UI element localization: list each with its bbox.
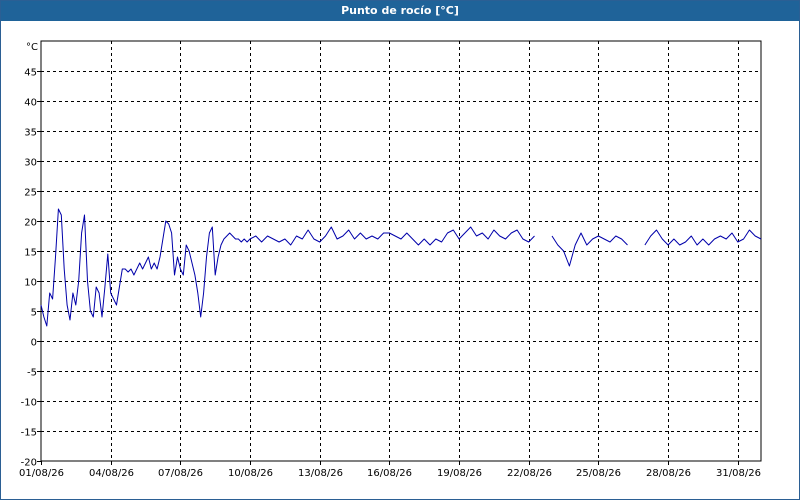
y-tick-label: -20 bbox=[21, 458, 37, 469]
y-tick-label: 10 bbox=[24, 278, 37, 289]
x-tick-label: 31/08/26 bbox=[716, 468, 761, 479]
chart-window: Punto de rocío [°C] -20 -15 -10 -5 0 5 10 15 20 2… bbox=[0, 0, 800, 500]
x-tick-label: 16/08/26 bbox=[367, 468, 412, 479]
x-tick-label: 13/08/26 bbox=[298, 468, 343, 479]
x-tick-label: 19/08/26 bbox=[437, 468, 482, 479]
dewpoint-chart: -20 -15 -10 -5 0 5 10 15 20 25 30 35 40 45 01/08/26 04… bbox=[19, 40, 762, 479]
y-tick-label: 25 bbox=[24, 188, 37, 199]
x-tick-label: 04/08/26 bbox=[89, 468, 134, 479]
y-axis-unit: °C bbox=[26, 42, 38, 53]
y-tick-label: 30 bbox=[24, 158, 37, 169]
y-tick-label: 35 bbox=[24, 128, 37, 139]
y-tick-label: 40 bbox=[24, 98, 37, 109]
x-tick-label: 22/08/26 bbox=[507, 468, 552, 479]
x-tick-label: 10/08/26 bbox=[228, 468, 273, 479]
y-tick-label: 0 bbox=[31, 338, 37, 349]
x-axis-ticks: 01/08/26 04/08/26 07/08/26 10/08/26 13/08/26… bbox=[19, 461, 761, 479]
y-tick-label: -10 bbox=[21, 398, 37, 409]
x-tick-label: 25/08/26 bbox=[576, 468, 621, 479]
window-title: Punto de rocío [°C] bbox=[1, 1, 799, 21]
x-tick-label: 07/08/26 bbox=[158, 468, 203, 479]
y-tick-label: 20 bbox=[24, 218, 37, 229]
y-tick-label: 45 bbox=[24, 68, 37, 79]
y-tick-label: 5 bbox=[31, 308, 37, 319]
y-tick-label: 15 bbox=[24, 248, 37, 259]
x-tick-label: 28/08/26 bbox=[646, 468, 691, 479]
x-tick-label: 01/08/26 bbox=[19, 468, 64, 479]
y-tick-label: -15 bbox=[21, 428, 37, 439]
y-axis-ticks: -20 -15 -10 -5 0 5 10 15 20 25 30 35 40 45 bbox=[21, 68, 41, 469]
y-tick-label: -5 bbox=[27, 368, 37, 379]
